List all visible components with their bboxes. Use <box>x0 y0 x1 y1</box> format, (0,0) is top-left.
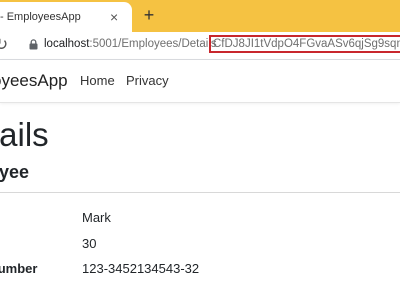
site-brand[interactable]: oyeesApp <box>0 71 68 91</box>
url-host: localhost <box>44 38 90 50</box>
detail-value-age: 30 <box>82 236 97 251</box>
new-tab-button[interactable]: + <box>139 5 159 25</box>
page-subtitle: oyee <box>0 162 30 182</box>
detail-value-account-number: 123-3452134543-32 <box>82 261 200 276</box>
page-title: tails <box>0 116 49 153</box>
address-bar[interactable]: localhost:5001/Employees/Details <box>44 38 217 50</box>
nav-privacy-link[interactable]: Privacy <box>126 73 169 88</box>
detail-label-account-number: tNumber <box>0 261 38 276</box>
detail-value-name: Mark <box>82 210 111 225</box>
divider <box>0 192 400 193</box>
reload-icon[interactable]: ↻ <box>0 35 8 55</box>
tab-close-icon[interactable]: × <box>110 9 118 25</box>
nav-home-link[interactable]: Home <box>80 73 115 88</box>
url-path: :5001/Employees/Details <box>89 38 217 50</box>
browser-tab-strip: - EmployeesApp × + <box>0 0 400 32</box>
lock-icon <box>29 39 38 50</box>
url-id-highlight: CfDJ8JI1tVdpO4FGvaASv6qjSg9sqnCSe <box>209 35 400 53</box>
url-id-text: CfDJ8JI1tVdpO4FGvaASv6qjSg9sqnCSe <box>213 38 400 50</box>
browser-tab[interactable]: - EmployeesApp × <box>0 2 132 32</box>
tab-title: - EmployeesApp <box>0 11 81 23</box>
browser-toolbar: ↻ localhost:5001/Employees/Details CfDJ8… <box>0 32 400 60</box>
site-navbar: oyeesApp Home Privacy <box>0 60 400 103</box>
